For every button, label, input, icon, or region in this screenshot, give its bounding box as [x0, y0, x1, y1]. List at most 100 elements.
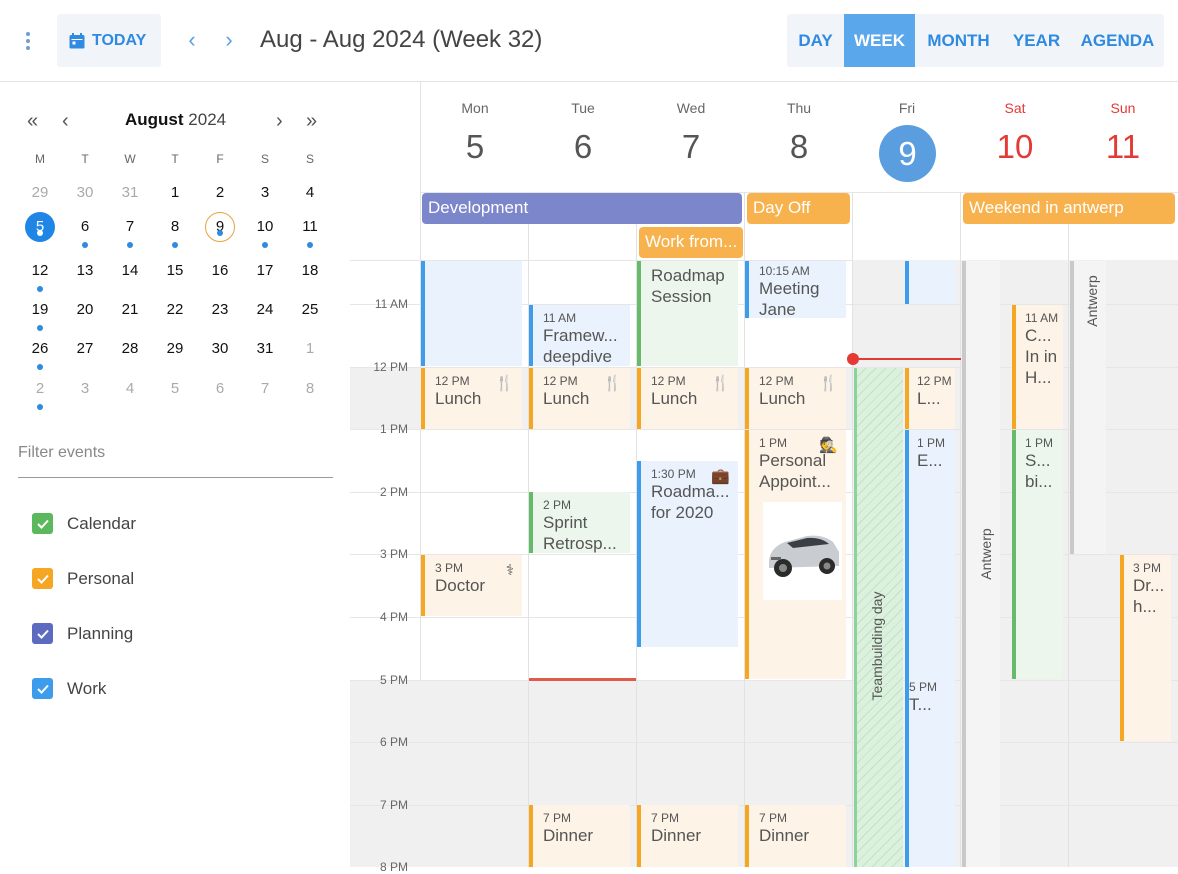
view-week-button[interactable]: WEEK [844, 14, 915, 67]
event-tue-lunch[interactable]: 12 PM Lunch 🍴 [529, 368, 630, 429]
mini-day[interactable]: 12 [20, 262, 60, 292]
event-sat-antwerp[interactable]: Antwerp [962, 261, 1000, 867]
mini-day[interactable]: 7 [245, 380, 285, 397]
event-fri-teambuilding[interactable]: Teambuilding day [854, 368, 903, 867]
allday-event-development[interactable]: Development [422, 193, 742, 224]
mini-day[interactable]: 4 [290, 184, 330, 201]
day-header-sat[interactable]: Sat 10 [961, 100, 1069, 166]
mini-day[interactable]: 5 [155, 380, 195, 397]
allday-event-day-off[interactable]: Day Off [747, 193, 850, 224]
event-sun-antwerp[interactable]: Antwerp [1070, 261, 1106, 554]
day-header-wed[interactable]: Wed 7 [637, 100, 745, 166]
event-sun-dr[interactable]: 3 PM Dr... h... [1120, 555, 1171, 741]
mini-day[interactable]: 31 [110, 184, 150, 201]
mini-day[interactable]: 10 [245, 218, 285, 248]
next-year-icon[interactable]: » [306, 110, 317, 133]
calendar-toggle-work[interactable]: Work [32, 678, 106, 699]
event-sat-s[interactable]: 1 PM S... bi... [1012, 430, 1063, 679]
view-month-button[interactable]: MONTH [915, 14, 1002, 67]
event-thu-meeting[interactable]: 10:15 AM Meeting Jane [745, 261, 846, 318]
calendar-toggle-calendar[interactable]: Calendar [32, 513, 136, 534]
mini-day[interactable]: 4 [110, 380, 150, 397]
mini-day[interactable]: 27 [65, 340, 105, 357]
more-menu-icon[interactable] [26, 32, 32, 52]
allday-event-weekend[interactable]: Weekend in antwerp [963, 193, 1175, 224]
mini-day[interactable]: 6 [65, 218, 105, 248]
event-thu-personal[interactable]: 1 PM Personal Appoint... 🕵 [745, 430, 846, 679]
mini-day[interactable]: 16 [200, 262, 240, 279]
event-wed-roadmap-2020[interactable]: 1:30 PM Roadma... for 2020 💼 [637, 461, 738, 647]
mini-day[interactable]: 13 [65, 262, 105, 279]
mini-day[interactable]: 8 [290, 380, 330, 397]
event-mon-doctor[interactable]: 3 PM Doctor ⚕ [421, 555, 522, 616]
mini-day[interactable]: 22 [155, 301, 195, 318]
mini-day[interactable]: 3 [65, 380, 105, 397]
mini-day[interactable]: 17 [245, 262, 285, 279]
mini-day[interactable]: 14 [110, 262, 150, 279]
event-tue-dinner[interactable]: 7 PM Dinner [529, 805, 630, 867]
mini-day[interactable]: 1 [155, 184, 195, 201]
day-header-mon[interactable]: Mon 5 [421, 100, 529, 166]
day-header-thu[interactable]: Thu 8 [745, 100, 853, 166]
mini-day[interactable]: 31 [245, 340, 285, 357]
checkbox-icon[interactable] [32, 678, 53, 699]
calendar-toggle-planning[interactable]: Planning [32, 623, 133, 644]
checkbox-icon[interactable] [32, 568, 53, 589]
today-date-badge[interactable]: 9 [879, 125, 936, 182]
event-sat-c[interactable]: 11 AM C... In in H... [1012, 305, 1063, 429]
previous-week-button[interactable]: ‹ [180, 28, 204, 52]
view-day-button[interactable]: DAY [787, 14, 844, 67]
previous-year-icon[interactable]: « [27, 110, 38, 133]
checkbox-icon[interactable] [32, 623, 53, 644]
mini-day[interactable]: 24 [245, 301, 285, 318]
mini-day[interactable]: 30 [65, 184, 105, 201]
day-header-sun[interactable]: Sun 11 [1069, 100, 1177, 166]
event-mon-morning[interactable] [421, 261, 522, 366]
mini-day[interactable]: 29 [155, 340, 195, 357]
mini-day[interactable]: 26 [20, 340, 60, 370]
mini-day[interactable]: 2 [200, 184, 240, 201]
mini-day[interactable]: 3 [245, 184, 285, 201]
event-wed-dinner[interactable]: 7 PM Dinner [637, 805, 738, 867]
event-wed-lunch[interactable]: 12 PM Lunch 🍴 [637, 368, 738, 429]
event-fri-l[interactable]: 12 PM L... [905, 368, 955, 429]
mini-day[interactable]: 11 [290, 218, 330, 248]
calendar-toggle-personal[interactable]: Personal [32, 568, 134, 589]
previous-month-icon[interactable]: ‹ [62, 110, 69, 133]
mini-day[interactable]: 30 [200, 340, 240, 357]
mini-day[interactable]: 7 [110, 218, 150, 248]
mini-day[interactable]: 2 [20, 380, 60, 410]
event-fri-morning[interactable] [905, 261, 955, 304]
mini-day[interactable]: 18 [290, 262, 330, 279]
mini-day[interactable]: 20 [65, 301, 105, 318]
today-button[interactable]: TODAY [57, 14, 161, 67]
next-week-button[interactable]: › [217, 28, 241, 52]
mini-day[interactable]: 6 [200, 380, 240, 397]
filter-events-input[interactable]: Filter events [18, 444, 333, 478]
allday-event-work-from[interactable]: Work from... [639, 227, 743, 258]
event-wed-roadmap-session[interactable]: Roadmap Session [637, 261, 738, 366]
mini-day[interactable]: 23 [200, 301, 240, 318]
event-tue-framework[interactable]: 11 AM Framew... deepdive [529, 305, 630, 366]
mini-day-today[interactable]: 9 [200, 212, 240, 242]
event-mon-lunch[interactable]: 12 PM Lunch 🍴 [421, 368, 522, 429]
mini-day[interactable]: 1 [290, 340, 330, 357]
event-tue-sprint[interactable]: 2 PM Sprint Retrosp... [529, 492, 630, 553]
mini-day[interactable]: 19 [20, 301, 60, 331]
mini-day[interactable]: 8 [155, 218, 195, 248]
event-thu-lunch[interactable]: 12 PM Lunch 🍴 [745, 368, 846, 429]
view-agenda-button[interactable]: AGENDA [1071, 14, 1164, 67]
event-thu-dinner[interactable]: 7 PM Dinner [745, 805, 846, 867]
mini-day[interactable]: 21 [110, 301, 150, 318]
mini-day[interactable]: 15 [155, 262, 195, 279]
view-year-button[interactable]: YEAR [1002, 14, 1071, 67]
day-header-tue[interactable]: Tue 6 [529, 100, 637, 166]
event-fri-e[interactable]: 1 PM E... 5 PM T... [905, 430, 955, 867]
mini-day[interactable]: 25 [290, 301, 330, 318]
mini-day-selected[interactable]: 5 [20, 212, 60, 242]
checkbox-icon[interactable] [32, 513, 53, 534]
mini-day[interactable]: 29 [20, 184, 60, 201]
next-month-icon[interactable]: › [276, 110, 283, 133]
time-label: 4 PM [379, 610, 408, 624]
mini-day[interactable]: 28 [110, 340, 150, 357]
